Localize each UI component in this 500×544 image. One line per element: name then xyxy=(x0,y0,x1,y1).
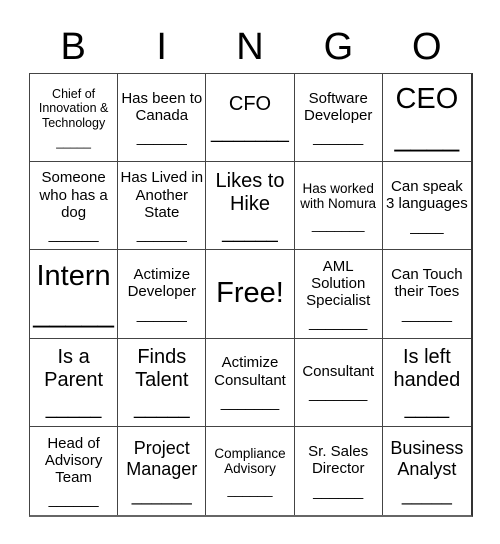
cell-text: Actimize Consultant xyxy=(214,354,286,389)
bingo-cell[interactable]: Likes to Hike _____ xyxy=(206,162,295,251)
cell-blank-line: _____ xyxy=(133,397,190,420)
header-letter-n: N xyxy=(236,26,264,68)
bingo-cell[interactable]: Is a Parent _____ xyxy=(30,338,119,427)
bingo-cell[interactable]: Has Lived in Another State ______ xyxy=(118,162,207,251)
cell-blank-line: _______ xyxy=(308,314,368,332)
cell-text: Head of Advisory Team xyxy=(44,434,103,487)
bingo-cell[interactable]: Consultant _______ xyxy=(294,338,383,427)
cell-blank-line: _____ xyxy=(45,397,102,420)
bingo-cell[interactable]: Project Manager ______ xyxy=(118,426,207,515)
cell-text: Project Manager xyxy=(126,438,198,479)
cell-text: Business Analyst xyxy=(390,438,464,479)
bingo-cell[interactable]: CFO _______ xyxy=(206,74,295,163)
cell-text: Has been to Canada xyxy=(121,89,203,125)
cell-blank-line: ______ xyxy=(131,484,192,505)
header-letter-i: I xyxy=(156,26,167,68)
cell-blank-line: ______ xyxy=(48,226,99,244)
cell-blank-line: _____ xyxy=(401,484,452,505)
cell-blank-line: ______ xyxy=(136,129,187,147)
cell-text: Has Lived in Another State xyxy=(120,169,204,221)
bingo-cell[interactable]: Compliance Advisory ______ xyxy=(206,426,295,515)
bingo-cell[interactable]: Head of Advisory Team ______ xyxy=(30,426,119,515)
cell-blank-line: _____ xyxy=(33,297,114,330)
cell-blank-line: ____ xyxy=(404,397,450,420)
cell-text: CEO xyxy=(395,83,459,116)
cell-text: Someone who has a dog xyxy=(39,169,108,221)
cell-blank-line: ______ xyxy=(401,305,452,323)
cell-blank-line: ______ xyxy=(313,129,364,147)
bingo-cell[interactable]: Someone who has a dog ______ xyxy=(30,162,119,251)
cell-blank-line: ______ xyxy=(227,481,273,497)
bingo-cell[interactable]: Chief of Innovation & Technology _____ xyxy=(30,74,119,163)
bingo-cell[interactable]: Business Analyst _____ xyxy=(383,427,471,515)
bingo-cell[interactable]: Intern _____ xyxy=(30,250,119,339)
header-letter-g: G xyxy=(323,26,354,68)
cell-text: Finds Talent xyxy=(135,346,189,392)
cell-text: Is left handed xyxy=(393,346,461,392)
cell-text: Has worked with Nomura xyxy=(300,180,377,212)
cell-blank-line: _______ xyxy=(211,121,289,144)
free-space-cell[interactable]: Free! xyxy=(206,250,295,339)
cell-text: Chief of Innovation & Technology xyxy=(38,86,109,130)
bingo-cell[interactable]: Can speak 3 languages ____ xyxy=(382,162,471,251)
cell-blank-line: _______ xyxy=(308,385,368,403)
cell-text: Software Developer xyxy=(304,89,373,125)
cell-text: Can Touch their Toes xyxy=(391,266,463,301)
cell-text: Compliance Advisory xyxy=(214,445,286,477)
header-letter-o: O xyxy=(412,26,442,68)
bingo-cell[interactable]: Finds Talent _____ xyxy=(118,338,207,427)
cell-text: Likes to Hike xyxy=(215,169,285,215)
cell-blank-line: ______ xyxy=(136,305,187,323)
cell-text: AML Solution Specialist xyxy=(306,257,371,310)
bingo-header: B I N G O xyxy=(29,22,471,72)
cell-blank-line: _____ xyxy=(56,134,91,149)
bingo-cell[interactable]: Software Developer ______ xyxy=(294,74,383,163)
cell-blank-line: ______ xyxy=(136,226,187,244)
bingo-cell[interactable]: CEO ____ xyxy=(382,74,471,163)
bingo-cell[interactable]: Actimize Consultant _______ xyxy=(206,338,295,427)
cell-blank-line: _______ xyxy=(220,393,280,411)
cell-text: Consultant xyxy=(302,363,375,381)
cell-text: CFO xyxy=(228,93,272,116)
bingo-cell[interactable]: Actimize Developer ______ xyxy=(118,250,207,339)
cell-text: Can speak 3 languages xyxy=(386,178,468,213)
header-letter-b: B xyxy=(60,26,86,68)
cell-text: Sr. Sales Director xyxy=(308,443,369,478)
cell-text: Intern xyxy=(36,259,111,292)
cell-blank-line: ____ xyxy=(410,217,444,235)
bingo-cell[interactable]: Sr. Sales Director ______ xyxy=(295,426,383,515)
bingo-cell[interactable]: Is left handed ____ xyxy=(382,339,471,427)
cell-blank-line: ______ xyxy=(313,482,364,500)
bingo-cell[interactable]: Has been to Canada ______ xyxy=(118,74,207,163)
cell-blank-line: ____ xyxy=(394,120,460,153)
bingo-cell[interactable]: AML Solution Specialist _______ xyxy=(294,250,383,339)
bingo-cell[interactable]: Has worked with Nomura _______ xyxy=(294,162,383,251)
cell-text: Free! xyxy=(216,277,284,310)
cell-text: Is a Parent xyxy=(44,346,104,392)
cell-text: Actimize Developer xyxy=(127,266,196,301)
cell-blank-line: ______ xyxy=(48,491,99,509)
cell-blank-line: _____ xyxy=(222,220,278,243)
bingo-board: Chief of Innovation & Technology _____ Ha… xyxy=(29,73,473,517)
bingo-cell[interactable]: Can Touch their Toes ______ xyxy=(382,250,471,339)
cell-blank-line: _______ xyxy=(311,216,365,232)
